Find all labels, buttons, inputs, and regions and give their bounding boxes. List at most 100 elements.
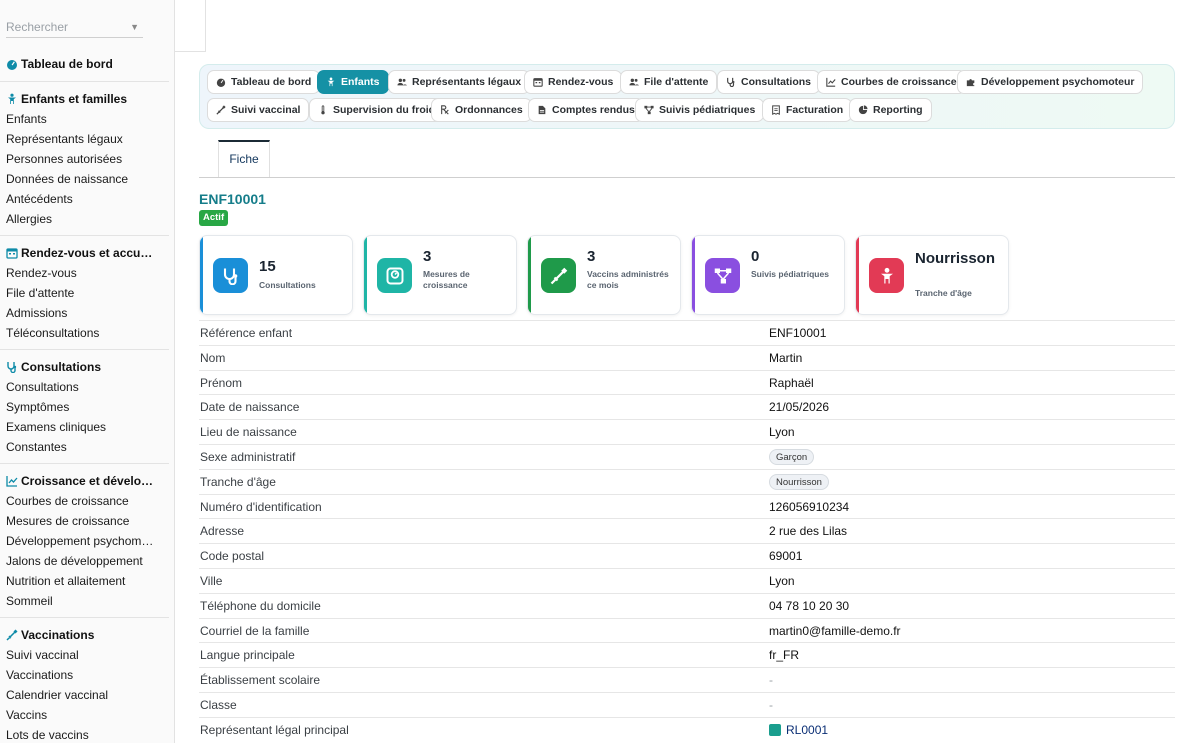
nav-pill[interactable]: Développement psychomoteur bbox=[957, 70, 1144, 94]
sidebar-item[interactable]: Personnes autorisées bbox=[0, 149, 174, 169]
sidebar-item[interactable]: Antécédents bbox=[0, 189, 174, 209]
detail-value: 69001 bbox=[769, 549, 803, 564]
stat-card-accent bbox=[364, 236, 367, 314]
users-icon bbox=[629, 77, 639, 87]
nav-pill[interactable]: Facturation bbox=[762, 98, 853, 122]
sidebar-section-header[interactable]: Enfants et familles bbox=[0, 89, 174, 109]
nav-pill[interactable]: Représentants légaux bbox=[388, 70, 531, 94]
stat-card[interactable]: 3 Mesures de croissance bbox=[363, 235, 517, 315]
detail-value: 04 78 10 20 30 bbox=[769, 598, 850, 613]
sidebar-item[interactable]: Rendez-vous bbox=[0, 263, 174, 283]
stat-card[interactable]: Nourrisson Tranche d'âge bbox=[855, 235, 1009, 315]
detail-value: 21/05/2026 bbox=[769, 400, 830, 415]
sidebar-item[interactable]: Sommeil bbox=[0, 591, 174, 611]
detail-value-link[interactable]: RL0001 bbox=[769, 718, 828, 742]
stat-label: Vaccins administrés ce mois bbox=[587, 269, 669, 290]
syringe-icon bbox=[216, 105, 226, 115]
sidebar-section: Croissance et dévelo… Courbes de croissan… bbox=[0, 471, 174, 611]
detail-key: Code postal bbox=[200, 549, 265, 564]
nav-pill[interactable]: Supervision du froid bbox=[309, 98, 445, 122]
sidebar-item[interactable]: Représentants légaux bbox=[0, 129, 174, 149]
sidebar-item[interactable]: Admissions bbox=[0, 303, 174, 323]
stat-label: Tranche d'âge bbox=[915, 288, 972, 298]
nav-pill-label: Reporting bbox=[873, 104, 923, 116]
detail-value-chip: Nourrisson bbox=[769, 470, 829, 494]
sidebar-section-header[interactable]: Rendez-vous et accu… bbox=[0, 243, 174, 263]
sidebar-item[interactable]: Calendrier vaccinal bbox=[0, 685, 174, 705]
detail-value: - bbox=[769, 673, 773, 688]
child-icon bbox=[6, 93, 18, 105]
sidebar-item[interactable]: Jalons de développement bbox=[0, 551, 174, 571]
sidebar-section: Vaccinations Suivi vaccinal Vaccinations Ca… bbox=[0, 625, 174, 743]
nav-pill[interactable]: Reporting bbox=[849, 98, 932, 122]
sidebar-section-title: Vaccinations bbox=[21, 628, 95, 642]
representative-link[interactable]: RL0001 bbox=[786, 723, 828, 737]
sidebar-item[interactable]: File d'attente bbox=[0, 283, 174, 303]
detail-value: Lyon bbox=[769, 425, 795, 440]
detail-key: Date de naissance bbox=[200, 400, 300, 415]
sidebar-item[interactable]: Nutrition et allaitement bbox=[0, 571, 174, 591]
nav-pill[interactable]: Ordonnances bbox=[431, 98, 532, 122]
nav-pill[interactable]: File d'attente bbox=[620, 70, 718, 94]
tab-fiche[interactable]: Fiche bbox=[218, 140, 270, 177]
sidebar-item[interactable]: Symptômes bbox=[0, 397, 174, 417]
sidebar-section-header[interactable]: Croissance et dévelo… bbox=[0, 471, 174, 491]
detail-key: Ville bbox=[200, 573, 223, 588]
stat-value: 3 bbox=[587, 248, 596, 265]
detail-key: Tranche d'âge bbox=[200, 474, 276, 489]
sidebar-dashboard[interactable]: Tableau de bord bbox=[0, 54, 174, 74]
nav-pill[interactable]: Suivis pédiatriques bbox=[635, 98, 765, 122]
sidebar-item[interactable]: Données de naissance bbox=[0, 169, 174, 189]
users-icon bbox=[397, 77, 407, 87]
nav-pill[interactable]: Suivi vaccinal bbox=[207, 98, 310, 122]
nav-pill[interactable]: Enfants bbox=[317, 70, 389, 94]
detail-key: Lieu de naissance bbox=[200, 425, 297, 440]
detail-row: Sexe administratif Garçon bbox=[199, 443, 1175, 469]
stat-card[interactable]: 3 Vaccins administrés ce mois bbox=[527, 235, 681, 315]
detail-key: Adresse bbox=[200, 524, 245, 539]
nav-pill[interactable]: Consultations bbox=[717, 70, 820, 94]
sidebar-item[interactable]: Lots de vaccins bbox=[0, 725, 174, 743]
sidebar-item[interactable]: Allergies bbox=[0, 209, 174, 229]
stat-value: 15 bbox=[259, 258, 276, 275]
stat-card[interactable]: 0 Suivis pédiatriques bbox=[691, 235, 845, 315]
sidebar-item[interactable]: Mesures de croissance bbox=[0, 511, 174, 531]
detail-key: Courriel de la famille bbox=[200, 623, 310, 638]
detail-value-chip: Garçon bbox=[769, 445, 815, 469]
sidebar-item[interactable]: Examens cliniques bbox=[0, 417, 174, 437]
nav-pill-label: Supervision du froid bbox=[333, 104, 436, 116]
sidebar-item[interactable]: Téléconsultations bbox=[0, 323, 174, 343]
nav-pill[interactable]: Courbes de croissance bbox=[817, 70, 966, 94]
sidebar-section-header[interactable]: Vaccinations bbox=[0, 625, 174, 645]
search-input[interactable]: Rechercher ▼ bbox=[6, 16, 143, 38]
search-placeholder: Rechercher bbox=[6, 20, 69, 34]
sidebar-item[interactable]: Courbes de croissance bbox=[0, 491, 174, 511]
stethoscope-icon bbox=[726, 77, 736, 87]
nav-pill[interactable]: Comptes rendus bbox=[528, 98, 644, 122]
detail-value: ENF10001 bbox=[769, 326, 827, 340]
detail-row: Courriel de la famille martin0@famille-de… bbox=[199, 617, 1175, 643]
sidebar-section-header[interactable]: Consultations bbox=[0, 357, 174, 377]
sidebar-item[interactable]: Développement psychom… bbox=[0, 531, 174, 551]
sidebar-item[interactable]: Enfants bbox=[0, 109, 174, 129]
syringe-icon bbox=[541, 258, 576, 293]
nav-pill-label: File d'attente bbox=[644, 76, 709, 88]
file-icon bbox=[537, 105, 547, 115]
detail-row: Nom Martin bbox=[199, 344, 1175, 370]
nav-pill-label: Ordonnances bbox=[455, 104, 523, 116]
nav-pill[interactable]: Rendez-vous bbox=[524, 70, 623, 94]
sidebar-item[interactable]: Suivi vaccinal bbox=[0, 645, 174, 665]
nav-pill-label: Suivi vaccinal bbox=[231, 104, 301, 116]
chevron-down-icon[interactable]: ▼ bbox=[130, 16, 139, 38]
sidebar-item[interactable]: Constantes bbox=[0, 437, 174, 457]
stat-card[interactable]: 15 Consultations bbox=[199, 235, 353, 315]
detail-value: Martin bbox=[769, 350, 803, 365]
detail-row: Établissement scolaire - bbox=[199, 667, 1175, 692]
sidebar-section-title: Croissance et dévelo… bbox=[21, 474, 154, 488]
nav-pill-label: Consultations bbox=[741, 76, 811, 88]
stat-label: Consultations bbox=[259, 280, 316, 290]
nav-pill[interactable]: Tableau de bord bbox=[207, 70, 321, 94]
sidebar-item[interactable]: Vaccinations bbox=[0, 665, 174, 685]
sidebar-item[interactable]: Vaccins bbox=[0, 705, 174, 725]
sidebar-item[interactable]: Consultations bbox=[0, 377, 174, 397]
